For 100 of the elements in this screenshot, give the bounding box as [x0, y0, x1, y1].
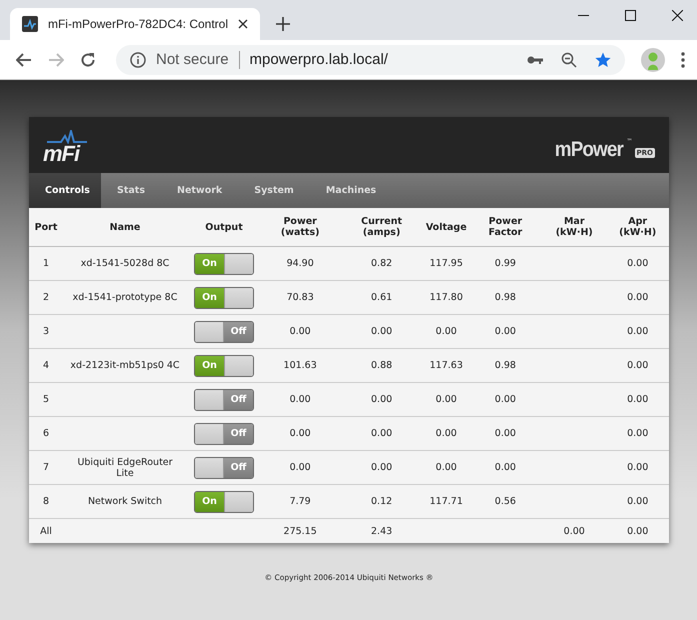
port-number: 7	[42, 462, 50, 473]
table-cell: 0.00	[494, 394, 516, 405]
port-number: 3	[42, 326, 50, 337]
column-header: Port	[34, 222, 58, 232]
column-header: Voltage	[426, 222, 467, 232]
table-cell: 0.00	[436, 428, 457, 439]
table-cell: 0.00	[627, 326, 648, 337]
browser-tab[interactable]: mFi-mPowerPro-782DC4: Control	[10, 8, 260, 40]
table-cell: 0.00	[627, 394, 648, 405]
port-number: 1	[42, 258, 50, 269]
table-cell: 0.99	[494, 258, 516, 269]
table-cell: 0.00	[494, 462, 516, 473]
table-cell: 0.82	[371, 258, 392, 269]
table-cell: 0.12	[371, 496, 392, 507]
minimize-icon[interactable]	[578, 14, 589, 16]
table-cell: 0.00	[436, 462, 457, 473]
close-icon[interactable]	[672, 10, 683, 21]
table-cell: 0.00	[371, 394, 392, 405]
maximize-icon[interactable]	[625, 10, 636, 21]
table-cell: 0.00	[436, 394, 457, 405]
table-cell: 117.63	[430, 360, 463, 371]
pulse-icon	[22, 16, 38, 32]
table-cell: 0.00	[371, 462, 392, 473]
nav-tab[interactable]: Controls	[29, 173, 101, 208]
table-cell: 0.00	[494, 326, 516, 337]
table-cell: 0.00	[627, 360, 648, 371]
close-icon[interactable]	[238, 19, 248, 29]
port-number: 8	[42, 496, 50, 507]
output-toggle[interactable]: Off	[194, 320, 254, 342]
table-cell: 0.00	[627, 292, 648, 303]
table-cell: 0.00	[627, 526, 648, 536]
nav-tab[interactable]: Network	[161, 173, 238, 208]
output-toggle[interactable]: Off	[194, 456, 254, 478]
table-cell: 0.88	[371, 360, 392, 371]
column-header: Name	[110, 222, 140, 232]
table-cell: 2.43	[371, 526, 392, 536]
port-number: 5	[42, 394, 50, 405]
reload-icon[interactable]	[80, 52, 96, 68]
port-name: xd-1541-5028d 8C	[80, 258, 170, 269]
port-number: 4	[42, 360, 50, 371]
output-toggle[interactable]: On	[194, 490, 254, 512]
pulse-icon	[47, 130, 87, 144]
column-header: Power Factor	[488, 216, 522, 238]
info-icon	[130, 52, 146, 68]
table-cell: 0.00	[436, 326, 457, 337]
table-cell: 0.00	[627, 258, 648, 269]
table-cell: 117.71	[430, 496, 463, 507]
table-cell: 0.00	[371, 428, 392, 439]
table-cell: 0.00	[371, 326, 392, 337]
table-cell: 117.80	[430, 292, 463, 303]
output-toggle[interactable]: On	[194, 252, 254, 274]
port-name: xd-1541-prototype 8C	[72, 292, 178, 303]
table-cell: 0.00	[564, 526, 585, 536]
product-name: mPower	[554, 138, 623, 162]
logo-text: mFi	[43, 144, 82, 164]
output-toggle[interactable]: Off	[194, 388, 254, 410]
address-bar[interactable]: Not secure mpowerpro.lab.local/	[116, 44, 625, 74]
port-number: 2	[42, 292, 50, 303]
column-header: Power (watts)	[280, 216, 320, 238]
nav-tab[interactable]: System	[238, 173, 310, 208]
column-header: Apr (kW·H)	[619, 216, 656, 238]
table-cell: 7.79	[290, 496, 311, 507]
plus-icon[interactable]	[276, 17, 290, 31]
nav-tab[interactable]: Machines	[310, 173, 392, 208]
table-cell: 94.90	[286, 258, 314, 269]
table-cell: 0.00	[290, 462, 311, 473]
security-label: Not secure	[156, 51, 229, 68]
port-name: Ubiquiti EdgeRouter Lite	[76, 456, 174, 478]
port-number: 6	[42, 428, 50, 439]
output-toggle[interactable]: On	[194, 286, 254, 308]
column-header: Output	[205, 222, 243, 232]
port-name: xd-2123it-mb51ps0 4C	[70, 360, 180, 371]
table-cell: 0.61	[371, 292, 392, 303]
back-icon[interactable]	[16, 52, 32, 66]
table-cell: 0.56	[494, 496, 516, 507]
table-cell: 70.83	[286, 292, 314, 303]
url-text: mpowerpro.lab.local/	[250, 51, 388, 68]
table-cell: 0.00	[627, 428, 648, 439]
nav-tab[interactable]: Stats	[101, 173, 161, 208]
menu-icon[interactable]	[681, 52, 685, 68]
tab-title: mFi-mPowerPro-782DC4: Control	[48, 17, 228, 31]
star-icon[interactable]	[595, 52, 611, 68]
table-cell: 0.00	[290, 326, 311, 337]
total-label: All	[40, 526, 52, 536]
table-cell: 0.00	[494, 428, 516, 439]
column-header: Current (amps)	[361, 216, 402, 238]
key-icon[interactable]	[527, 54, 543, 64]
table-cell: 0.98	[494, 360, 516, 371]
output-toggle[interactable]: Off	[194, 422, 254, 444]
table-cell: 275.15	[284, 526, 317, 536]
table-cell: 117.95	[430, 258, 463, 269]
port-name: Network Switch	[88, 496, 162, 507]
output-toggle[interactable]: On	[194, 354, 254, 376]
zoom-out-icon[interactable]	[561, 52, 577, 68]
table-cell: 0.00	[627, 462, 648, 473]
column-header: Mar (kW·H)	[556, 216, 593, 238]
table-cell: 0.00	[290, 394, 311, 405]
table-cell: 101.63	[284, 360, 317, 371]
table-cell: 0.00	[627, 496, 648, 507]
table-cell: 0.98	[494, 292, 516, 303]
